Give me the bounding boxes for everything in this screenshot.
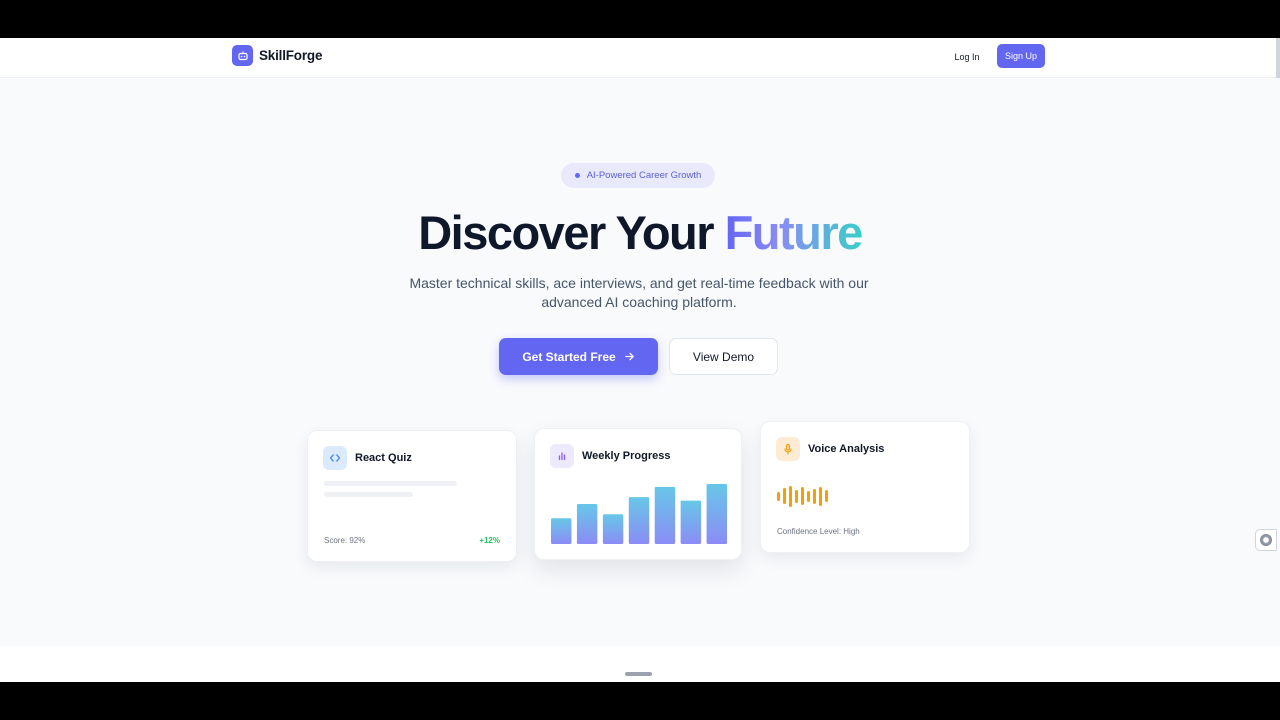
brand-logo[interactable]: SkillForge: [232, 45, 322, 66]
next-section: [0, 646, 1280, 682]
code-icon: [323, 446, 347, 470]
accessibility-widget-icon[interactable]: [1255, 529, 1277, 551]
hero-title-highlight: Future: [724, 206, 864, 259]
microphone-icon: [776, 437, 800, 461]
skeleton-line: [324, 481, 457, 486]
hero-title-plain: Discover Your: [418, 206, 714, 259]
brand-name: SkillForge: [259, 48, 323, 63]
quiz-score: Score: 92%: [324, 536, 366, 545]
badge-dot-icon: [574, 173, 580, 178]
card-title: React Quiz: [355, 452, 412, 464]
progress-bar: [680, 500, 702, 544]
card-title: Voice Analysis: [808, 443, 885, 455]
view-demo-button[interactable]: View Demo: [669, 338, 778, 375]
get-started-label: Get Started Free: [522, 349, 616, 364]
hero-badge: AI-Powered Career Growth: [561, 163, 715, 188]
login-button[interactable]: Log In: [944, 48, 990, 66]
weekly-progress-card[interactable]: Weekly Progress: [534, 428, 742, 560]
robot-icon: [232, 45, 253, 66]
react-quiz-card[interactable]: React Quiz Score: 92% +12%: [307, 430, 517, 562]
waveform-icon: [777, 484, 828, 508]
card-title: Weekly Progress: [582, 450, 671, 462]
weekly-progress-chart: [551, 484, 727, 544]
card-header: Weekly Progress: [550, 444, 670, 468]
page-viewport: SkillForge Log In Sign Up AI-Powered Car…: [0, 38, 1280, 682]
hero-subtitle: Master technical skills, ace interviews,…: [409, 275, 869, 310]
quiz-delta: +12%: [479, 536, 500, 545]
progress-bar: [551, 518, 572, 544]
arrow-right-icon: [624, 352, 634, 361]
hero-title: Discover Your Future: [0, 203, 1280, 263]
progress-bar: [654, 486, 676, 544]
top-navbar: SkillForge Log In Sign Up: [0, 38, 1280, 78]
bar-chart-icon: [550, 444, 574, 468]
voice-analysis-card[interactable]: Voice Analysis Confidence Level: High: [760, 421, 970, 553]
drag-handle[interactable]: [625, 672, 652, 676]
card-header: React Quiz: [323, 446, 412, 470]
confidence-level: Confidence Level: High: [777, 527, 860, 536]
hero-badge-label: AI-Powered Career Growth: [586, 170, 702, 181]
get-started-button[interactable]: Get Started Free: [499, 338, 658, 375]
progress-bar: [576, 504, 598, 544]
progress-bar: [602, 514, 624, 544]
scrollbar[interactable]: [1276, 38, 1280, 78]
progress-bar: [628, 497, 650, 544]
signup-button[interactable]: Sign Up: [997, 44, 1045, 68]
skeleton-line: [324, 492, 413, 497]
progress-bar: [706, 484, 727, 544]
card-header: Voice Analysis: [776, 437, 884, 461]
